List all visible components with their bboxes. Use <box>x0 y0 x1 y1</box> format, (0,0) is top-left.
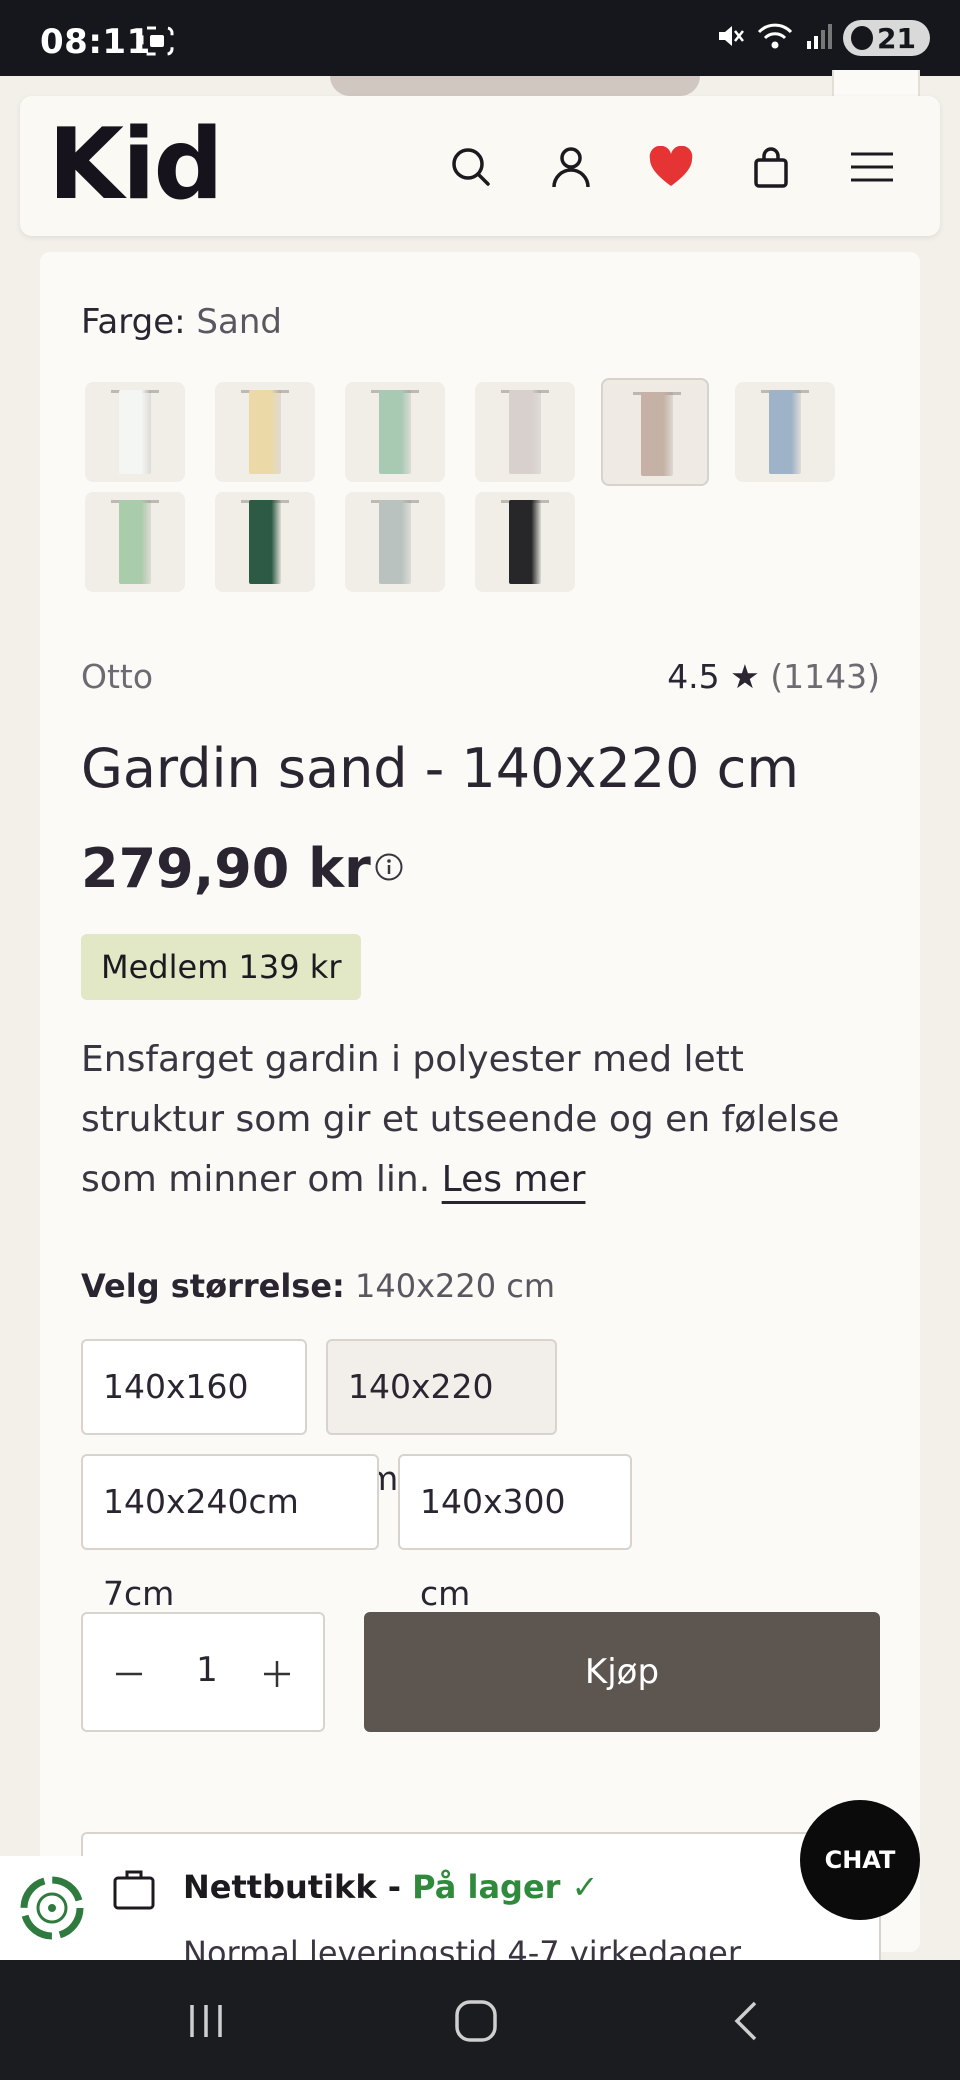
star-icon: ★ <box>730 657 760 696</box>
info-icon[interactable] <box>374 852 404 882</box>
color-swatch[interactable] <box>215 492 315 592</box>
curtain-thumbnail <box>509 390 541 474</box>
read-more-link[interactable]: Les mer <box>442 1159 586 1200</box>
menu-icon[interactable] <box>846 142 898 192</box>
search-icon[interactable] <box>446 142 496 192</box>
briefcase-icon <box>113 1868 155 1910</box>
wifi-icon <box>755 21 795 55</box>
bag-icon[interactable] <box>746 142 796 192</box>
color-swatch[interactable] <box>85 382 185 482</box>
stock-status: På lager <box>412 1868 561 1906</box>
color-swatch[interactable] <box>215 382 315 482</box>
curtain-thumbnail <box>641 392 673 476</box>
home-icon[interactable] <box>446 1996 506 2046</box>
product-title: Gardin sand - 140x220 cm <box>81 737 799 800</box>
size-option[interactable]: 140x160 cm <box>81 1339 307 1498</box>
color-label: Farge: Sand <box>81 302 282 342</box>
brand-name[interactable]: Otto <box>81 657 153 696</box>
system-nav-bar <box>0 1960 960 2080</box>
stock-store-label: Nettbutikk - <box>183 1868 413 1906</box>
curtain-thumbnail <box>769 390 801 474</box>
color-swatch[interactable] <box>345 492 445 592</box>
size-key: Velg størrelse: <box>81 1267 345 1305</box>
color-key: Farge: <box>81 302 186 342</box>
color-swatch-selected[interactable] <box>601 378 709 486</box>
size-option[interactable]: 140x240cm 7cm <box>81 1454 379 1613</box>
recycle-icon[interactable] <box>0 1856 104 1960</box>
stock-info: Nettbutikk - På lager ✓ Normal leverings… <box>81 1832 881 1972</box>
curtain-thumbnail <box>509 500 541 584</box>
color-swatch[interactable] <box>735 382 835 482</box>
color-swatch[interactable] <box>475 382 575 482</box>
curtain-thumbnail <box>119 390 151 474</box>
status-bar: 08:11 21 <box>0 0 960 76</box>
color-value: Sand <box>196 302 282 342</box>
check-icon: ✓ <box>571 1868 599 1906</box>
minus-icon[interactable] <box>109 1656 149 1692</box>
member-price-badge: Medlem 139 kr <box>81 934 362 1000</box>
logo[interactable]: Kid <box>48 116 224 214</box>
battery-level: 21 <box>877 21 916 55</box>
curtain-thumbnail <box>249 390 281 474</box>
product-card: Farge: Sand Otto 4.5 ★ (1143) Gardin san… <box>40 252 920 1972</box>
rating-count: (1143) <box>770 657 880 696</box>
color-swatch[interactable] <box>85 492 185 592</box>
screenshot-icon <box>140 26 174 56</box>
size-label: Velg størrelse: 140x220 cm <box>81 1267 555 1305</box>
color-swatch[interactable] <box>345 382 445 482</box>
size-option-selected[interactable]: 140x220 cm <box>326 1339 557 1498</box>
curtain-thumbnail <box>379 500 411 584</box>
curtain-thumbnail <box>379 390 411 474</box>
back-icon[interactable] <box>716 1996 776 2046</box>
product-description: Ensfarget gardin i polyester med lett st… <box>81 1030 881 1210</box>
rating[interactable]: 4.5 ★ (1143) <box>667 657 880 696</box>
curtain-thumbnail <box>119 500 151 584</box>
status-icons: 21 <box>715 18 930 58</box>
rating-value: 4.5 <box>667 657 720 696</box>
product-price: 279,90 kr <box>81 837 371 900</box>
stock-title: Nettbutikk - På lager ✓ <box>183 1868 598 1906</box>
size-value: 140x220 cm <box>355 1267 556 1305</box>
plus-icon[interactable] <box>257 1656 297 1692</box>
heart-icon[interactable] <box>646 142 696 192</box>
site-header: Kid <box>20 96 940 236</box>
recent-apps-icon[interactable] <box>176 1996 236 2046</box>
user-icon[interactable] <box>546 142 596 192</box>
buy-button[interactable]: Kjøp <box>364 1612 880 1732</box>
quantity-value[interactable]: 1 <box>187 1650 227 1690</box>
size-option[interactable]: 140x300 cm <box>398 1454 632 1613</box>
status-time: 08:11 <box>40 22 151 62</box>
quantity-stepper: 1 <box>81 1612 325 1732</box>
chat-button[interactable]: CHAT <box>800 1800 920 1920</box>
color-swatch[interactable] <box>475 492 575 592</box>
signal-icon <box>805 21 833 55</box>
battery-bolt-icon <box>851 26 874 50</box>
battery-indicator: 21 <box>843 20 930 56</box>
product-image-peek <box>330 76 700 96</box>
curtain-thumbnail <box>249 500 281 584</box>
mute-icon <box>715 21 745 55</box>
